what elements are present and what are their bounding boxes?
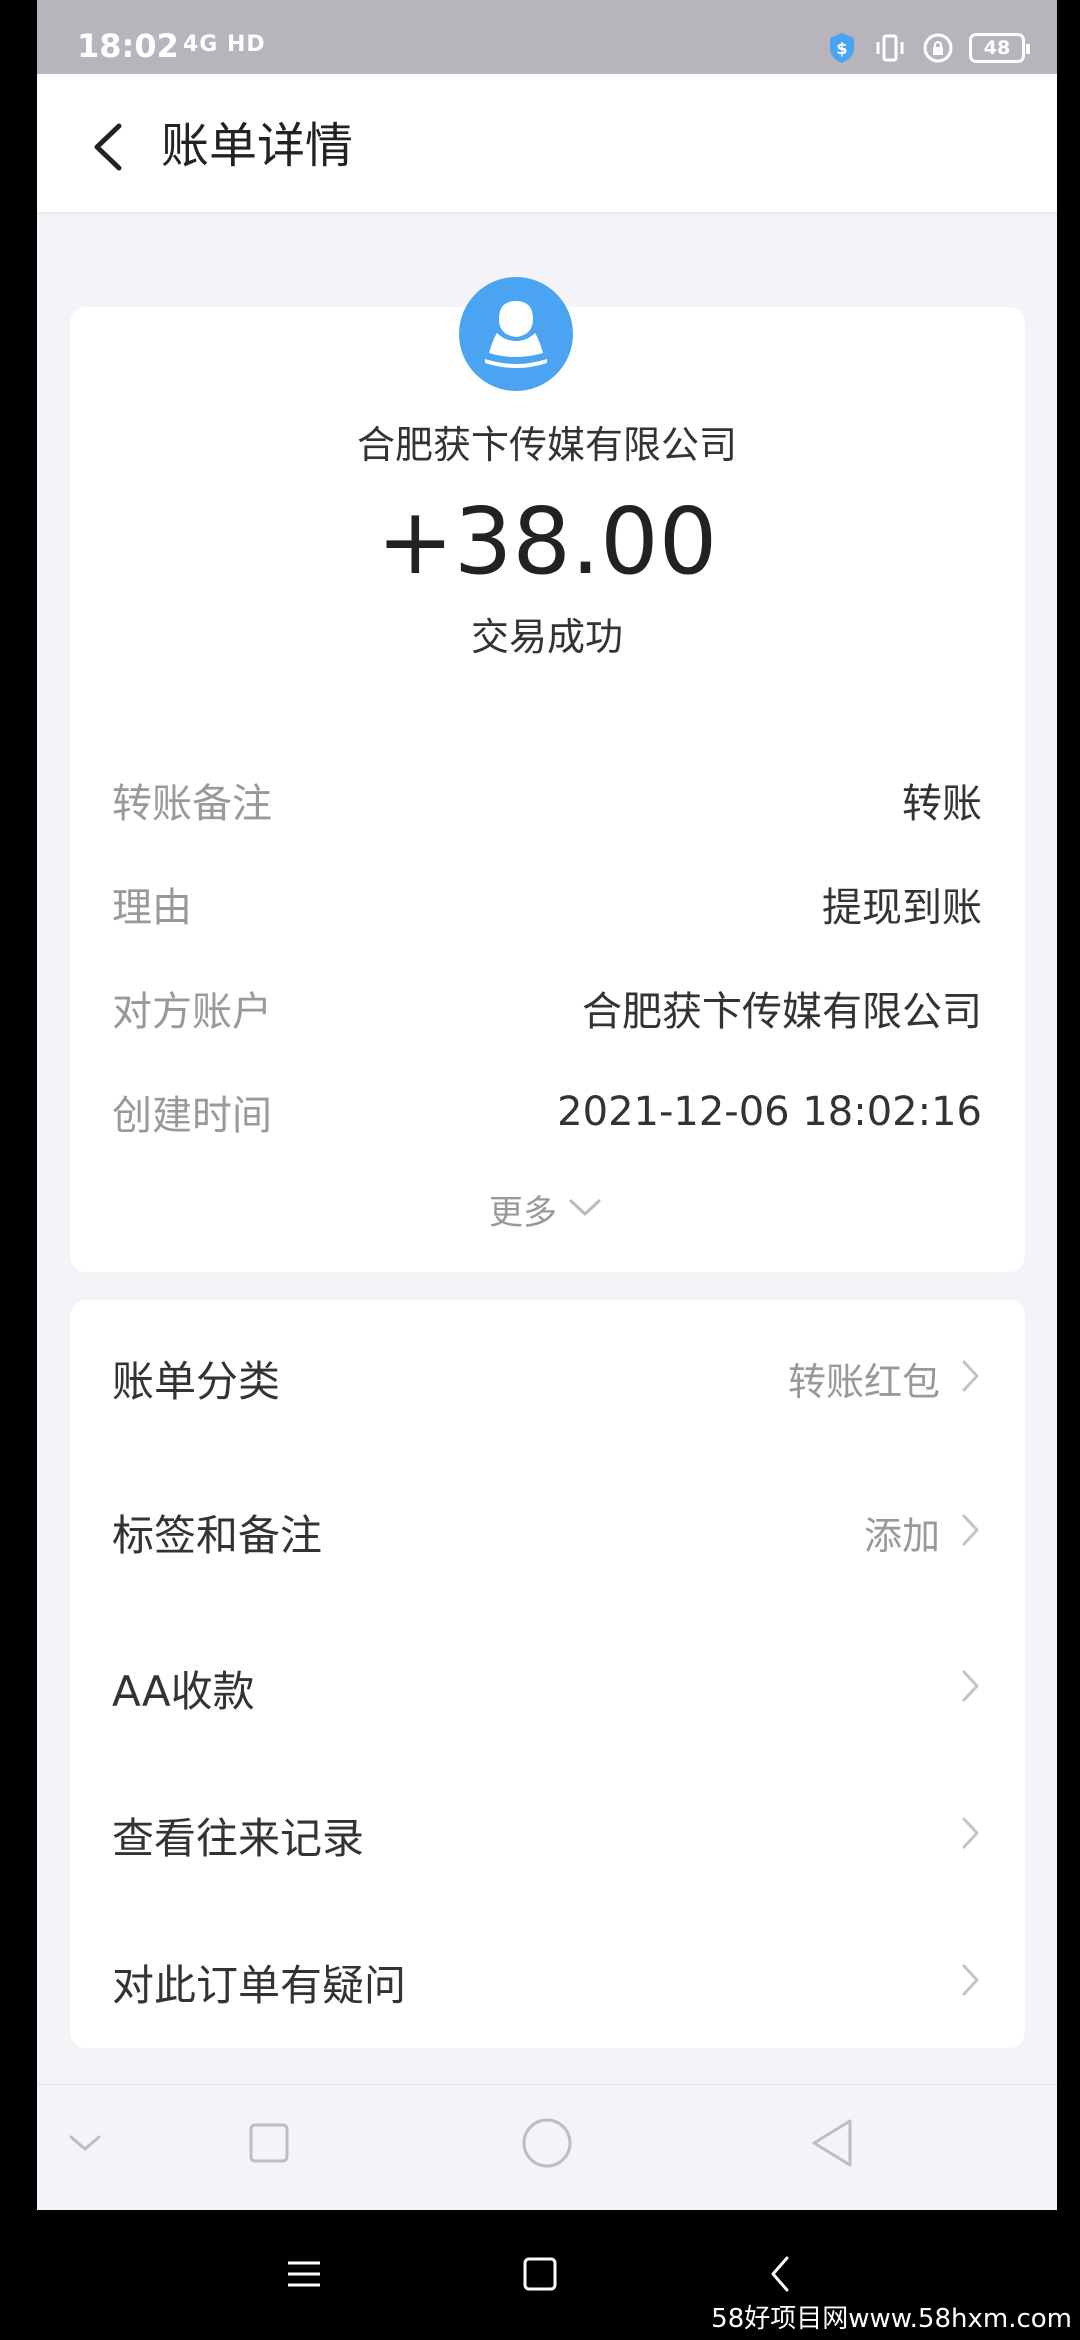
collapse-nav-button[interactable] bbox=[55, 2115, 115, 2175]
chevron-left-icon bbox=[765, 2254, 795, 2298]
detail-label: 转账备注 bbox=[112, 781, 272, 827]
chevron-down-icon bbox=[65, 2131, 105, 2159]
menu-button[interactable] bbox=[276, 2248, 332, 2304]
detail-value: 提现到账 bbox=[822, 885, 982, 931]
action-item-category[interactable]: 账单分类 转账红包 bbox=[112, 1338, 982, 1418]
action-item-history[interactable]: 查看往来记录 bbox=[112, 1795, 982, 1875]
chevron-right-icon bbox=[958, 1356, 982, 1400]
detail-value: 合肥获卞传媒有限公司 bbox=[582, 989, 982, 1035]
more-label: 更多 bbox=[489, 1192, 557, 1233]
action-value: 转账红包 bbox=[787, 1359, 940, 1404]
device-back-button[interactable] bbox=[752, 2248, 808, 2304]
detail-label: 创建时间 bbox=[112, 1093, 272, 1139]
detail-row: 对方账户 合肥获卞传媒有限公司 bbox=[112, 978, 982, 1038]
action-label: 账单分类 bbox=[112, 1356, 281, 1406]
detail-label: 对方账户 bbox=[112, 989, 272, 1035]
battery-indicator: 48 bbox=[969, 33, 1030, 63]
action-label: 对此订单有疑问 bbox=[112, 1960, 407, 2010]
action-item-question[interactable]: 对此订单有疑问 bbox=[112, 1942, 982, 2022]
back-button[interactable] bbox=[77, 112, 147, 182]
lock-rotation-icon bbox=[921, 31, 955, 65]
home-button[interactable] bbox=[517, 2115, 577, 2175]
more-toggle[interactable]: 更多 bbox=[37, 1184, 1057, 1234]
square-icon bbox=[522, 2256, 558, 2296]
detail-row: 理由 提现到账 bbox=[112, 874, 982, 934]
action-item-aa-collect[interactable]: AA收款 bbox=[112, 1648, 982, 1728]
chevron-right-icon bbox=[958, 1813, 982, 1857]
chevron-down-icon bbox=[565, 1195, 605, 1223]
merchant-name: 合肥获卞传媒有限公司 bbox=[356, 423, 737, 467]
detail-value: 转账 bbox=[902, 781, 982, 827]
detail-label: 理由 bbox=[112, 885, 192, 931]
action-label: 标签和备注 bbox=[112, 1510, 323, 1560]
chevron-left-icon bbox=[77, 123, 147, 186]
detail-row: 转账备注 转账 bbox=[112, 770, 982, 830]
device-home-button[interactable] bbox=[512, 2248, 568, 2304]
action-label: AA收款 bbox=[112, 1666, 255, 1716]
chevron-right-icon bbox=[958, 1960, 982, 2004]
page-title: 账单详情 bbox=[161, 118, 354, 174]
back-nav-button[interactable] bbox=[803, 2115, 863, 2175]
header-bar: 账单详情 bbox=[37, 74, 1057, 214]
vibrate-icon bbox=[873, 31, 907, 65]
chevron-right-icon bbox=[958, 1510, 982, 1554]
system-navigation-bar bbox=[37, 2084, 1057, 2210]
square-icon bbox=[247, 2121, 291, 2169]
user-avatar-icon bbox=[459, 277, 573, 391]
status-bar: 18:02 4G HD $ 48 bbox=[37, 0, 1057, 74]
status-icons: $ 48 bbox=[825, 28, 1030, 68]
action-label: 查看往来记录 bbox=[112, 1813, 365, 1863]
chevron-right-icon bbox=[958, 1666, 982, 1710]
recents-button[interactable] bbox=[239, 2115, 299, 2175]
triangle-back-icon bbox=[808, 2116, 858, 2174]
detail-value: 2021-12-06 18:02:16 bbox=[557, 1089, 982, 1135]
watermark: 58好项目网www.58hxm.com bbox=[703, 2298, 1080, 2340]
svg-text:$: $ bbox=[836, 39, 847, 58]
detail-row: 创建时间 2021-12-06 18:02:16 bbox=[112, 1082, 982, 1142]
transaction-status: 交易成功 bbox=[470, 615, 623, 659]
action-value: 添加 bbox=[863, 1513, 940, 1558]
status-time: 18:02 bbox=[77, 27, 179, 65]
action-item-tags-notes[interactable]: 标签和备注 添加 bbox=[112, 1492, 982, 1572]
network-indicator: 4G HD bbox=[183, 32, 266, 57]
transaction-amount: +38.00 bbox=[376, 488, 718, 595]
menu-icon bbox=[286, 2258, 322, 2294]
shield-dollar-icon: $ bbox=[825, 31, 859, 65]
app-screen: 18:02 4G HD $ 48 账单详情 合肥获卞传媒有限公司 +38.00 … bbox=[37, 0, 1057, 2210]
circle-icon bbox=[520, 2116, 574, 2174]
